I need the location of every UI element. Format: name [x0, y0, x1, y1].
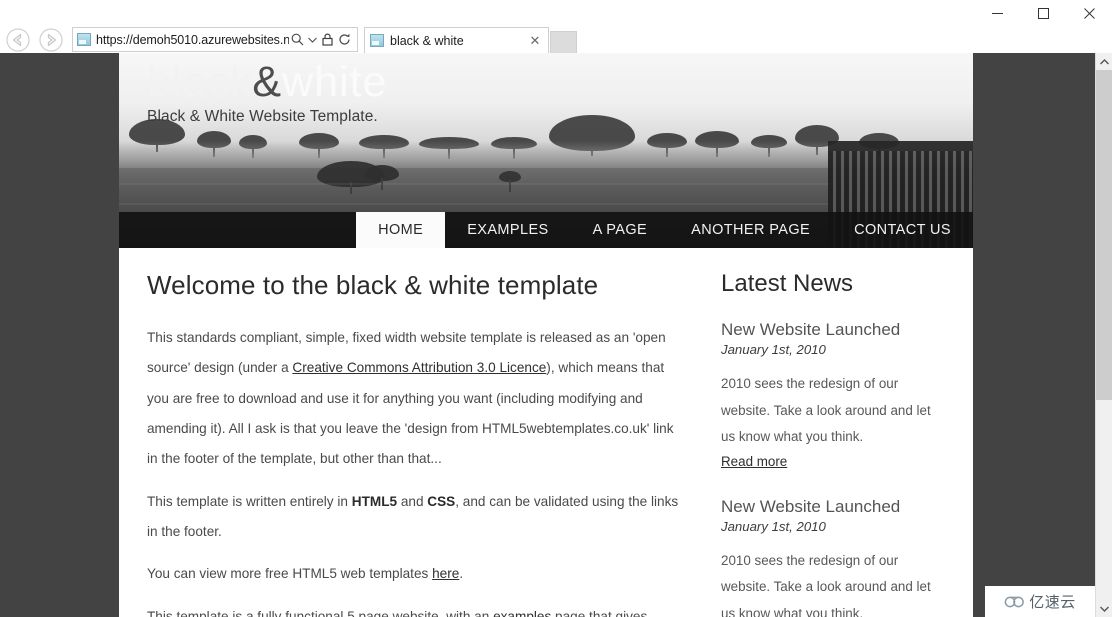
refresh-icon[interactable] [336, 28, 353, 51]
news-heading: New Website Launched [721, 496, 901, 516]
scroll-down-arrow-icon[interactable] [1096, 600, 1112, 617]
nav-item-home[interactable]: HOME [356, 212, 446, 248]
banner-bush [365, 165, 399, 190]
nav-item-another-page[interactable]: ANOTHER PAGE [669, 212, 832, 248]
logo-word-white: white [282, 58, 388, 106]
vertical-scrollbar[interactable] [1095, 53, 1112, 617]
page-viewport: black&white Black & White Website Templa… [0, 53, 1112, 617]
browser-window: https://demoh5010.azurewebsites.net/ bla… [0, 0, 1112, 617]
p2-mid: and [397, 493, 428, 509]
p3-after: . [459, 566, 464, 582]
site-header: black&white Black & White Website Templa… [119, 53, 973, 248]
forward-button[interactable] [36, 27, 66, 53]
page-title: Welcome to the black & white template [147, 270, 599, 300]
creative-commons-link[interactable]: Creative Commons Attribution 3.0 Licence [292, 360, 546, 375]
news-heading: New Website Launched [721, 320, 901, 339]
banner-bush [499, 171, 521, 192]
cloud-logo-icon [1004, 594, 1025, 609]
window-controls [974, 0, 1112, 26]
back-arrow-icon [6, 27, 30, 52]
news-item: New Website Launched January 1st, 2010 2… [721, 497, 947, 617]
news-body: 2010 sees the redesign of our website. T… [721, 552, 931, 617]
main-column: Welcome to the black & white template Th… [119, 270, 711, 617]
page-favicon-icon [77, 33, 91, 46]
news-body: 2010 sees the redesign of our website. T… [721, 376, 931, 445]
more-templates-paragraph: You can view more free HTML5 web templat… [147, 559, 685, 589]
site-logo[interactable]: black&white Black & White Website Templa… [147, 58, 388, 126]
nav-item-contact-us[interactable]: CONTACT US [832, 212, 973, 248]
html5-bold: HTML5 [351, 493, 398, 509]
tab-title: black & white [390, 33, 464, 48]
tab-favicon-icon [370, 34, 384, 47]
news-date: January 1st, 2010 [721, 342, 826, 357]
title-bar [0, 0, 1112, 26]
html5-css-paragraph: This template is written entirely in HTM… [147, 487, 685, 548]
url-text[interactable]: https://demoh5010.azurewebsites.net/ [96, 33, 289, 47]
scroll-up-arrow-icon[interactable] [1096, 53, 1112, 70]
site-content: Welcome to the black & white template Th… [119, 248, 973, 617]
nav-item-a-page[interactable]: A PAGE [571, 212, 670, 248]
sidebar-column: Latest News New Website Launched January… [711, 270, 973, 617]
watermark-text: 亿速云 [1029, 594, 1076, 611]
read-more-link[interactable]: Read more [721, 454, 787, 469]
tab-close-icon[interactable]: ✕ [527, 33, 543, 49]
css-bold: CSS [427, 493, 456, 509]
scrollbar-thumb[interactable] [1096, 70, 1112, 400]
maximize-button[interactable] [1020, 0, 1066, 26]
logo-ampersand: & [252, 58, 283, 106]
browser-toolbar: https://demoh5010.azurewebsites.net/ bla… [0, 26, 1112, 74]
logo-word-black: black [147, 58, 253, 106]
p4-before: This template is a fully functional 5 pa… [147, 608, 494, 617]
back-button[interactable] [3, 27, 33, 53]
tab-black-and-white[interactable]: black & white ✕ [364, 27, 549, 53]
website-root: black&white Black & White Website Templa… [119, 53, 973, 617]
site-tagline: Black & White Website Template. [147, 107, 378, 125]
news-date: January 1st, 2010 [721, 518, 826, 534]
chevron-down-icon[interactable] [306, 28, 319, 51]
minimize-button[interactable] [974, 0, 1020, 26]
tab-strip: black & white ✕ [364, 26, 577, 53]
watermark: 亿速云 [985, 586, 1095, 617]
intro-paragraph: This standards compliant, simple, fixed … [147, 323, 685, 475]
latest-news-heading: Latest News [721, 270, 854, 297]
nav-spacer [119, 212, 356, 248]
lock-icon [319, 28, 336, 51]
address-bar[interactable]: https://demoh5010.azurewebsites.net/ [72, 27, 358, 52]
news-item: New Website Launched January 1st, 2010 2… [721, 320, 947, 471]
search-icon[interactable] [289, 28, 306, 51]
five-page-paragraph: This template is a fully functional 5 pa… [147, 602, 685, 617]
p2-before: This template is written entirely in [147, 493, 352, 509]
p3-before: You can view more free HTML5 web templat… [147, 566, 433, 582]
examples-link[interactable]: examples [493, 609, 551, 617]
logo-text: black&white [147, 58, 388, 106]
main-navigation: HOME EXAMPLES A PAGE ANOTHER PAGE CONTAC… [119, 212, 973, 248]
intro-text-after: ), which means that you are free to down… [147, 360, 674, 467]
forward-arrow-icon [39, 27, 63, 52]
here-link[interactable]: here [432, 566, 459, 581]
nav-item-examples[interactable]: EXAMPLES [445, 212, 570, 248]
close-button[interactable] [1066, 0, 1112, 26]
new-tab-button[interactable] [550, 31, 577, 53]
